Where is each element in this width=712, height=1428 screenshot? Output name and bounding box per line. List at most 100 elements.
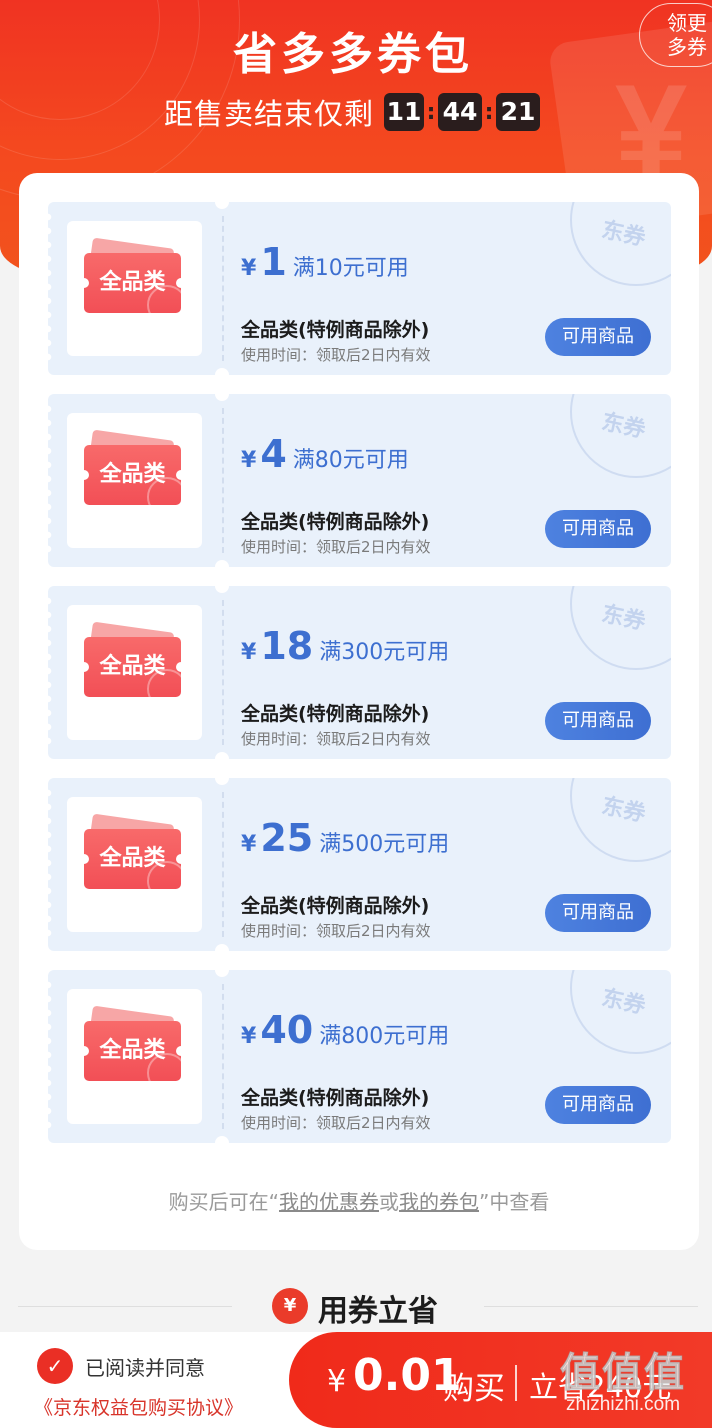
coupon-condition: 满80元可用: [292, 448, 409, 473]
coupon-thumb-nick: [176, 278, 186, 288]
coupon-thumbnail: 全品类: [67, 413, 202, 548]
coupon-validity: 使用时间：领取后2日内有效: [241, 346, 431, 364]
coupon-amount: ¥4 满80元可用: [241, 432, 409, 476]
coupon-value: 1: [260, 240, 287, 284]
coupon-card[interactable]: 东券 全品类 ¥18 满300元可用 全品类(特例商品除外) 使用时间：领取后2日内有效 可…: [48, 586, 671, 759]
coupon-card[interactable]: 东券全品类 ¥1 满10元可用全品类(特例商品除外) 使用时间：领取后2日内有效 可用商…: [48, 202, 671, 375]
coupon-seal-text: 东券: [599, 985, 648, 1020]
coupon-divider: [222, 408, 224, 553]
coupon-thumb-nick: [79, 278, 89, 288]
coupon-stamp-icon: [147, 477, 187, 517]
more-coupons-label: 领更多券: [667, 11, 707, 59]
coupon-currency: ¥: [241, 640, 257, 665]
note-suffix: ”中查看: [479, 1190, 550, 1214]
coupon-notch: [215, 560, 229, 567]
coupon-divider: [222, 600, 224, 745]
coupon-title: 全品类(特例商品除外): [241, 895, 430, 917]
coupon-divider: [222, 216, 224, 361]
coupon-title: 全品类(特例商品除外): [241, 511, 430, 533]
coupon-seal: 东券: [570, 202, 671, 286]
ticket-icon: ¥: [272, 1288, 308, 1324]
coupon-stamp-icon: [147, 285, 187, 325]
coupon-thumb-nick: [176, 470, 186, 480]
coupon-value: 40: [260, 1008, 314, 1052]
countdown: 距售卖结束仅剩 11 : 44 : 21: [164, 92, 541, 132]
coupon-divider: [222, 984, 224, 1129]
coupon-amount: ¥1 满10元可用: [241, 240, 409, 284]
divider: [484, 1306, 698, 1307]
coupon-thumb-nick: [79, 662, 89, 672]
agreement-link[interactable]: 《京东权益包购买协议》: [34, 1393, 243, 1420]
coupon-divider: [222, 792, 224, 937]
coupon-thumb-nick: [176, 1046, 186, 1056]
coupon-thumb-nick: [79, 470, 89, 480]
available-products-button[interactable]: 可用商品: [545, 894, 651, 932]
coupon-notch: [215, 970, 229, 977]
coupon-edge: [48, 786, 53, 943]
coupon-condition: 满300元可用: [319, 640, 450, 665]
coupon-notch: [215, 752, 229, 759]
available-products-button[interactable]: 可用商品: [545, 702, 651, 740]
my-coupons-link[interactable]: 我的优惠券: [279, 1190, 379, 1214]
coupon-thumb-nick: [176, 854, 186, 864]
my-coupon-pack-link[interactable]: 我的券包: [399, 1190, 479, 1214]
available-products-button[interactable]: 可用商品: [545, 1086, 651, 1124]
coupon-stamp-icon: [147, 669, 187, 709]
more-coupons-button[interactable]: 领更多券: [639, 3, 712, 67]
coupon-card[interactable]: 东券全品类 ¥25 满500元可用全品类(特例商品除外) 使用时间：领取后2日内有效 可…: [48, 778, 671, 951]
coupon-thumb-nick: [176, 662, 186, 672]
watermark-logo: 值值值: [560, 1350, 686, 1397]
coupon-amount: ¥18 满300元可用: [241, 624, 449, 668]
coupon-seal-text: 东券: [599, 217, 648, 252]
coupon-card[interactable]: 东券 全品类 ¥4 满80元可用 全品类(特例商品除外) 使用时间：领取后2日内有效 可用商…: [48, 394, 671, 567]
coupon-currency: ¥: [241, 448, 257, 473]
section-title: 用券立省: [318, 1294, 438, 1329]
coupon-thumbnail: 全品类: [67, 605, 202, 740]
coupon-validity: 使用时间：领取后2日内有效: [241, 922, 431, 940]
note-mid: 或: [379, 1190, 399, 1214]
coupon-validity: 使用时间：领取后2日内有效: [241, 730, 431, 748]
coupon-notch: [215, 394, 229, 401]
coupon-edge: [48, 402, 53, 559]
coupon-card[interactable]: 东券 全品类 ¥40 满800元可用 全品类(特例商品除外) 使用时间：领取后2日内有效 可…: [48, 970, 671, 1143]
coupon-thumbnail: 全品类: [67, 989, 202, 1124]
note-prefix: 购买后可在“: [168, 1190, 279, 1214]
coupon-seal: 东券: [570, 394, 671, 478]
coupon-thumb-front: 全品类: [84, 253, 187, 325]
page-title: 省多多券包: [233, 29, 473, 80]
coupon-amount: ¥25 满500元可用: [241, 816, 449, 860]
coupon-condition: 满500元可用: [319, 832, 450, 857]
coupon-stamp-icon: [147, 861, 187, 901]
available-products-button[interactable]: 可用商品: [545, 510, 651, 548]
buy-divider: [515, 1365, 517, 1401]
coupon-edge: [48, 594, 53, 751]
coupon-notch: [215, 1136, 229, 1143]
coupon-notch: [215, 586, 229, 593]
coupon-title: 全品类(特例商品除外): [241, 319, 430, 341]
available-products-button[interactable]: 可用商品: [545, 318, 651, 356]
coupon-thumbnail: 全品类: [67, 221, 202, 356]
coupon-thumbnail: 全品类: [67, 797, 202, 932]
coupon-notch: [215, 944, 229, 951]
coupon-value: 25: [260, 816, 314, 860]
coupon-title: 全品类(特例商品除外): [241, 1087, 430, 1109]
coupon-title: 全品类(特例商品除外): [241, 703, 430, 725]
agree-checkbox[interactable]: ✓: [37, 1348, 73, 1384]
coupon-condition: 满10元可用: [292, 256, 409, 281]
coupon-notch: [215, 202, 229, 209]
coupon-thumb-nick: [79, 854, 89, 864]
coupon-seal-text: 东券: [599, 793, 648, 828]
coupon-validity: 使用时间：领取后2日内有效: [241, 1114, 431, 1132]
countdown-seconds: 21: [496, 93, 541, 131]
coupon-condition: 满800元可用: [319, 1024, 450, 1049]
coupon-notch: [215, 778, 229, 785]
coupon-thumb-front: 全品类: [84, 829, 187, 901]
section-header: ¥ 用券立省: [0, 1284, 712, 1329]
watermark-url: zhizhizhi.com: [566, 1394, 681, 1415]
coupon-stamp-icon: [147, 1053, 187, 1093]
coupon-thumb-nick: [79, 1046, 89, 1056]
countdown-minutes: 44: [438, 93, 483, 131]
coupon-thumb-front: 全品类: [84, 1021, 187, 1093]
coupon-currency: ¥: [241, 832, 257, 857]
agree-text: 已阅读并同意: [85, 1356, 205, 1380]
